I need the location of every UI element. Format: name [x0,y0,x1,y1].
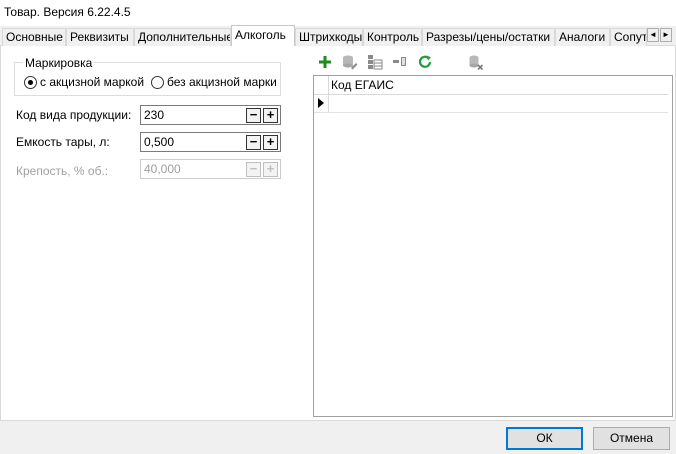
radio-checked-icon [24,75,37,89]
product-type-code-label: Код вида продукции: [16,108,132,122]
tab-scroll-left-button[interactable]: ◄ [647,28,659,42]
radio-without-excise-mark-label: без акцизной марки [167,75,277,89]
tab-kontrol[interactable]: Контроль [363,28,422,46]
radio-with-excise-mark[interactable]: с акцизной маркой [24,75,144,89]
table-settings-button[interactable] [367,54,383,70]
plus-icon: + [266,134,275,149]
product-type-code-decrement-button[interactable]: − [246,108,261,123]
column-icon [393,57,406,66]
container-volume-decrement-button[interactable]: − [246,135,261,150]
delete-record-button[interactable] [468,54,484,70]
tab-osnovnye[interactable]: Основные [2,28,66,46]
cancel-button[interactable]: Отмена [593,427,670,450]
container-volume-increment-button[interactable]: + [263,135,278,150]
add-icon [319,56,331,68]
strength-increment-button: + [263,162,278,177]
tab-dopolnitelnye[interactable]: Дополнительные [134,28,231,46]
edit-record-button[interactable] [342,54,358,70]
table-row[interactable] [314,95,668,113]
database-delete-icon [469,55,484,70]
radio-unchecked-icon [151,75,164,89]
tab-rekvizity[interactable]: Реквизиты [66,28,134,46]
row-header[interactable] [314,95,328,113]
plus-icon: + [266,107,275,122]
ok-button[interactable]: ОК [506,427,583,450]
marking-legend: Маркировка [23,56,95,70]
minus-icon: − [249,134,258,149]
grid-header: Код ЕГАИС [314,76,668,95]
tab-razrezy[interactable]: Разрезы/цены/остатки [422,28,555,46]
egais-code-cell[interactable] [328,95,668,113]
tab-shtrikhkody[interactable]: Штрихкоды [295,28,363,46]
row-pointer-icon [318,98,324,108]
add-button[interactable] [317,54,333,70]
refresh-icon [418,55,432,68]
refresh-button[interactable] [417,54,433,70]
container-volume-label: Емкость тары, л: [16,135,110,149]
arrow-right-icon: ► [662,30,670,39]
minus-icon: − [249,161,258,176]
strength-label: Крепость, % об.: [16,164,109,178]
title-bar: Товар. Версия 6.22.4.5 [0,0,676,26]
egais-codes-grid[interactable]: Код ЕГАИС [313,75,673,417]
table-icon [368,55,383,70]
product-type-code-increment-button[interactable]: + [263,108,278,123]
tab-scroll-right-button[interactable]: ► [660,28,672,42]
minus-icon: − [249,107,258,122]
column-button[interactable] [392,54,408,70]
tab-soput[interactable]: Сопут [610,28,647,46]
database-edit-icon [343,55,358,70]
window-title: Товар. Версия 6.22.4.5 [4,5,131,19]
tab-analogi[interactable]: Аналоги [555,28,610,46]
radio-without-excise-mark[interactable]: без акцизной марки [151,75,277,89]
arrow-left-icon: ◄ [649,30,657,39]
column-header-egais-code[interactable]: Код ЕГАИС [328,76,668,95]
strength-decrement-button: − [246,162,261,177]
tab-alkogol[interactable]: Алкоголь [231,25,295,46]
footer-divider [0,420,676,421]
plus-icon: + [266,161,275,176]
radio-with-excise-mark-label: с акцизной маркой [40,75,145,89]
